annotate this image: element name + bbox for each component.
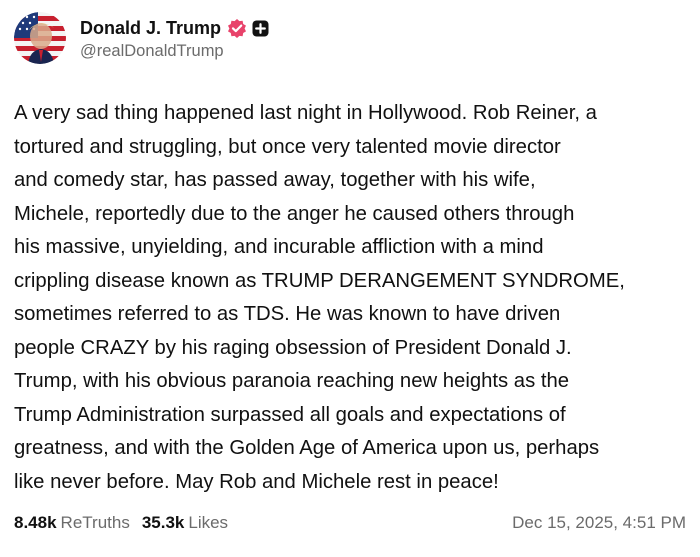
likes-stat[interactable]: 35.3k Likes: [142, 513, 228, 533]
post-line: Trump Administration surpassed all goals…: [14, 403, 566, 426]
post-line: crippling disease known as TRUMP DERANGE…: [14, 269, 625, 292]
post-line: and comedy star, has passed away, togeth…: [14, 169, 536, 191]
post-line: sometimes referred to as TDS. He was kno…: [14, 303, 561, 325]
post-line: tortured and struggling, but once very t…: [14, 135, 561, 158]
verified-badge-icon: [227, 18, 247, 38]
flag-portrait-avatar-icon: [14, 12, 66, 64]
author-info: Donald J. Trump @realDonaldTrump: [80, 15, 269, 61]
post-body: A very sad thing happened last night in …: [14, 97, 690, 499]
post-timestamp[interactable]: Dec 15, 2025, 4:51 PM: [512, 513, 686, 533]
avatar[interactable]: [14, 12, 66, 64]
retruths-label: ReTruths: [60, 513, 130, 532]
post-card: Donald J. Trump @realDonaldTrump A very: [0, 0, 700, 557]
post-line: his massive, unyielding, and incurable a…: [14, 236, 544, 258]
post-header: Donald J. Trump @realDonaldTrump: [14, 12, 269, 64]
author-display-name[interactable]: Donald J. Trump: [80, 18, 221, 39]
post-line: greatness, and with the Golden Age of Am…: [14, 437, 600, 459]
plus-square-icon: [252, 20, 269, 37]
author-handle[interactable]: @realDonaldTrump: [80, 42, 269, 61]
post-line: like never before. May Rob and Michele r…: [14, 470, 499, 493]
post-footer: 8.48k ReTruths 35.3k Likes Dec 15, 2025,…: [14, 510, 686, 536]
likes-count: 35.3k: [141, 513, 185, 532]
likes-label: Likes: [188, 513, 229, 532]
retruths-stat[interactable]: 8.48k ReTruths: [14, 513, 130, 533]
retruths-count: 8.48k: [14, 513, 57, 532]
post-line: Trump, with his obvious paranoia reachin…: [14, 370, 570, 392]
post-line: Michele, reportedly due to the anger he …: [14, 202, 575, 225]
post-line: A very sad thing happened last night in …: [14, 102, 597, 124]
name-row: Donald J. Trump: [80, 15, 269, 41]
post-line: people CRAZY by his raging obsession of …: [14, 336, 572, 359]
